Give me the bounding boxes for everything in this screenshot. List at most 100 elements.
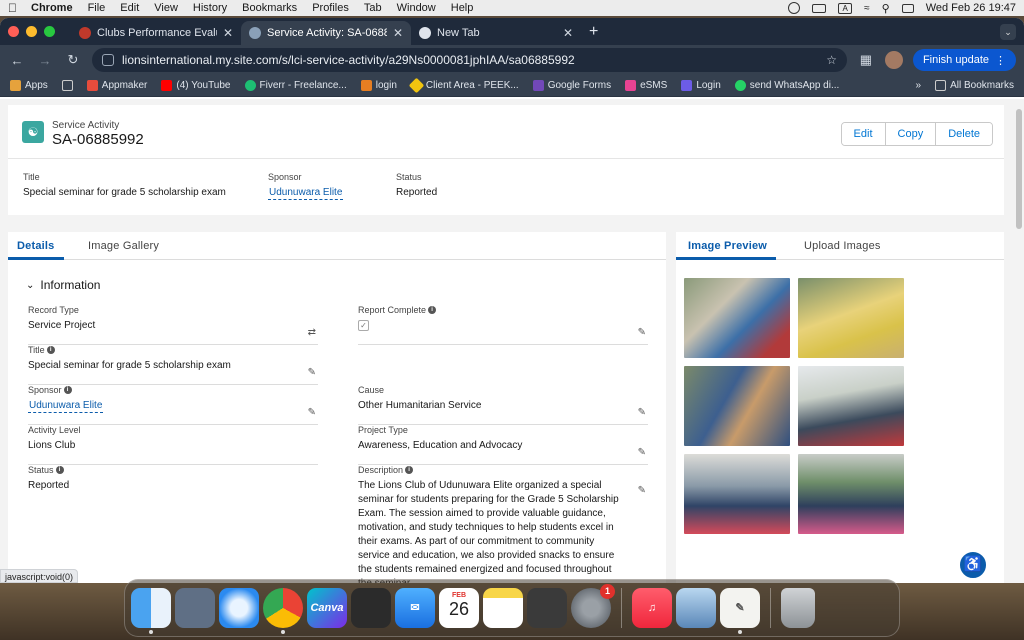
safari-icon[interactable] — [219, 588, 259, 628]
finder-icon[interactable] — [131, 588, 171, 634]
menu-window[interactable]: Window — [397, 2, 436, 14]
music-icon[interactable]: ♫ — [632, 588, 672, 628]
tab-clubs-performance[interactable]: Clubs Performance Evaluation ✕ — [71, 21, 241, 45]
all-bookmarks-button[interactable]: All Bookmarks — [935, 80, 1014, 91]
event-photo[interactable] — [798, 278, 904, 358]
edit-pencil-icon[interactable]: ✎ — [638, 327, 646, 338]
input-source-indicator[interactable]: A — [838, 2, 853, 14]
tab-groups-icon[interactable] — [61, 80, 73, 91]
control-center-icon[interactable] — [901, 3, 914, 13]
menu-view[interactable]: View — [154, 2, 178, 14]
event-photo[interactable] — [684, 366, 790, 446]
menu-app-name[interactable]: Chrome — [31, 2, 73, 14]
calendar-icon[interactable]: FEB 26 — [439, 588, 479, 628]
highlight-sponsor-link[interactable]: Udunuwara Elite — [268, 187, 344, 200]
event-photo[interactable] — [798, 366, 904, 446]
accessibility-icon[interactable]: ♿ — [958, 550, 988, 580]
spotlight-search-icon[interactable]: ⚲ — [882, 2, 890, 15]
bookmark-star-icon[interactable]: ☆ — [826, 53, 837, 67]
back-arrow-icon[interactable]: ← — [8, 53, 26, 68]
close-tab-icon[interactable]: ✕ — [223, 26, 233, 40]
forward-arrow-icon[interactable]: → — [36, 53, 54, 68]
bookmark-login-2[interactable]: Login — [681, 80, 721, 91]
address-bar[interactable]: lionsinternational.my.site.com/s/lci-ser… — [92, 48, 847, 72]
edit-pencil-icon[interactable]: ✎ — [638, 407, 646, 418]
wifi-icon[interactable]: ≈ — [864, 3, 870, 14]
tab-service-activity[interactable]: Service Activity: SA-06885992 ✕ — [241, 21, 411, 45]
new-tab-button[interactable]: + — [581, 21, 606, 45]
fiverr-icon — [244, 80, 256, 91]
edit-button[interactable]: Edit — [841, 123, 885, 145]
bookmark-appmaker[interactable]: Appmaker — [86, 80, 147, 91]
preview-icon[interactable] — [676, 588, 716, 628]
menu-bookmarks[interactable]: Bookmarks — [242, 2, 297, 14]
tab-search-chevron-icon[interactable]: ⌄ — [1000, 24, 1016, 40]
battery-icon[interactable] — [812, 3, 827, 13]
info-icon[interactable]: i — [428, 306, 437, 314]
profile-avatar[interactable] — [884, 51, 903, 69]
event-photo[interactable] — [798, 454, 904, 534]
notes-icon[interactable] — [483, 588, 523, 628]
tab-image-gallery[interactable]: Image Gallery — [88, 240, 159, 252]
bookmark-fiverr[interactable]: Fiverr - Freelance... — [244, 80, 347, 91]
menu-profiles[interactable]: Profiles — [312, 2, 349, 14]
sponsor-link[interactable]: Udunuwara Elite — [28, 400, 104, 413]
menu-file[interactable]: File — [88, 2, 106, 14]
trash-icon[interactable] — [781, 588, 815, 628]
tab-upload-images[interactable]: Upload Images — [804, 240, 881, 252]
bookmark-youtube[interactable]: (4) YouTube — [161, 80, 231, 91]
bookmark-apps[interactable]: Apps — [10, 80, 48, 91]
bookmark-login[interactable]: login — [360, 80, 397, 91]
edit-pencil-icon[interactable]: ✎ — [638, 485, 646, 496]
event-photo[interactable] — [684, 454, 790, 534]
bookmark-client-area[interactable]: Client Area - PEEK... — [408, 77, 519, 94]
more-bookmarks-chevron-icon[interactable]: » — [916, 80, 922, 91]
bookmark-send-whatsapp[interactable]: send WhatsApp di... — [734, 80, 839, 91]
copy-button[interactable]: Copy — [884, 123, 936, 145]
calculator-icon[interactable] — [527, 588, 567, 628]
menu-history[interactable]: History — [193, 2, 227, 14]
edit-pencil-icon[interactable]: ✎ — [308, 407, 316, 418]
chrome-icon[interactable] — [263, 588, 303, 634]
close-window-button[interactable] — [8, 26, 19, 37]
menu-help[interactable]: Help — [451, 2, 474, 14]
final-cut-pro-icon[interactable] — [351, 588, 391, 628]
tab-details[interactable]: Details — [17, 240, 54, 252]
page-scrollbar[interactable] — [1016, 109, 1022, 229]
field-label-row: Sponsor i — [28, 385, 318, 395]
information-section-header[interactable]: ⌄ Information — [26, 278, 100, 292]
mail-icon[interactable]: ✉ — [395, 588, 435, 628]
edit-pencil-icon[interactable]: ✎ — [308, 367, 316, 378]
event-photo[interactable] — [684, 278, 790, 358]
textedit-icon[interactable]: ✎ — [720, 588, 760, 634]
report-complete-checkbox[interactable]: ✓ — [358, 320, 369, 331]
finish-update-button[interactable]: Finish update ⋮ — [912, 49, 1016, 71]
canva-icon[interactable]: Canva — [307, 588, 347, 628]
tab-image-preview[interactable]: Image Preview — [688, 240, 767, 252]
info-icon[interactable]: i — [55, 466, 64, 474]
edit-pencil-icon[interactable]: ✎ — [638, 447, 646, 458]
change-record-type-icon[interactable]: ⇄ — [308, 327, 316, 338]
system-settings-icon[interactable]: 1 — [571, 584, 615, 628]
apple-icon[interactable]:  — [8, 1, 17, 15]
info-icon[interactable]: i — [405, 466, 414, 474]
minimize-window-button[interactable] — [26, 26, 37, 37]
launchpad-icon[interactable] — [175, 588, 215, 628]
delete-button[interactable]: Delete — [935, 123, 992, 145]
close-tab-icon[interactable]: ✕ — [563, 26, 573, 40]
site-settings-icon[interactable] — [102, 54, 114, 66]
info-icon[interactable]: i — [46, 346, 55, 354]
close-tab-icon[interactable]: ✕ — [393, 26, 403, 40]
menu-tab[interactable]: Tab — [364, 2, 382, 14]
zoom-window-button[interactable] — [44, 26, 55, 37]
extensions-puzzle-icon[interactable]: ▦ — [857, 52, 875, 68]
screen-record-icon[interactable] — [788, 2, 801, 14]
url-text[interactable]: lionsinternational.my.site.com/s/lci-ser… — [122, 53, 818, 67]
bookmark-esms[interactable]: eSMS — [625, 80, 667, 91]
tab-new-tab[interactable]: New Tab ✕ — [411, 21, 581, 45]
bookmark-google-forms[interactable]: Google Forms — [532, 80, 611, 91]
info-icon[interactable]: i — [63, 386, 72, 394]
menu-clock[interactable]: Wed Feb 26 19:47 — [926, 2, 1016, 14]
menu-edit[interactable]: Edit — [120, 2, 139, 14]
reload-icon[interactable]: ↻ — [64, 52, 82, 68]
